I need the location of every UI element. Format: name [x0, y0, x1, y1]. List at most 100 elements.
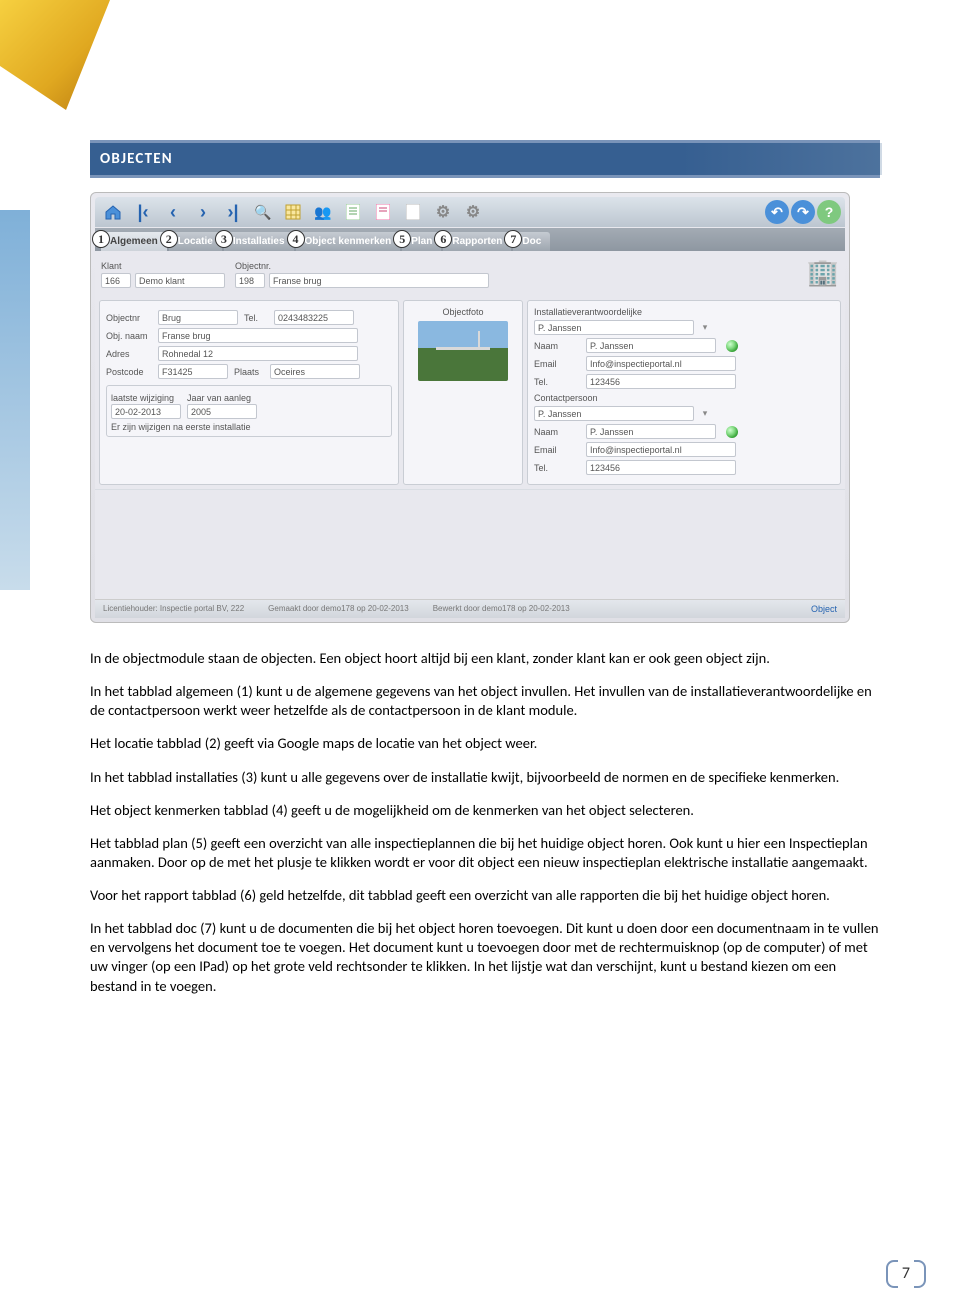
para-5: Het object kenmerken tabblad (4) geeft u…	[90, 801, 880, 820]
tab-num: 6	[434, 230, 452, 248]
status-dot	[726, 340, 738, 352]
gear2-icon[interactable]: ⚙	[459, 199, 487, 225]
tab-bar: 1Algemeen 2Locatie 3Installaties 4Object…	[95, 228, 845, 251]
tab-label: Doc	[522, 236, 541, 247]
objectnr-input[interactable]	[158, 310, 238, 325]
next-icon[interactable]: ›	[189, 199, 217, 225]
tab-num: 3	[215, 230, 233, 248]
decorative-corner	[0, 0, 110, 110]
footer-lic: Licentiehouder: Inspectie portal BV, 222	[103, 604, 244, 614]
building-icon: 🏢	[807, 257, 839, 288]
footer-made: Gemaakt door demo178 op 20-02-2013	[268, 604, 409, 614]
tab-label: Plan	[411, 236, 432, 247]
app-screenshot: |‹ ‹ › ›| 🔍 👥 ⚙ ⚙ ↶ ↷ ? 1Algemeen 2Locat…	[90, 192, 850, 623]
naam-input[interactable]	[586, 338, 716, 353]
panel-right: Installatieverantwoordelijke ▾ Naam Emai…	[527, 300, 841, 485]
first-icon[interactable]: |‹	[129, 199, 157, 225]
undo-icon[interactable]: ↶	[765, 200, 789, 224]
users-icon[interactable]: 👥	[309, 199, 337, 225]
gear1-icon[interactable]: ⚙	[429, 199, 457, 225]
list2-icon[interactable]	[369, 199, 397, 225]
tab-num: 2	[160, 230, 178, 248]
adres-input[interactable]	[158, 346, 358, 361]
email2-input[interactable]	[586, 442, 736, 457]
panel-left: ObjectnrTel. Obj. naam Adres PostcodePla…	[99, 300, 399, 485]
header-objectnaam-input[interactable]	[269, 273, 489, 288]
objectfoto-label: Objectfoto	[410, 307, 516, 317]
decorative-side	[0, 210, 30, 590]
app-footer: Licentiehouder: Inspectie portal BV, 222…	[95, 599, 845, 618]
body-text: In de objectmodule staan de objecten. Ee…	[90, 649, 880, 996]
note-text: Er zijn wijzigen na eerste installatie	[111, 422, 387, 432]
tel3-input[interactable]	[586, 460, 736, 475]
ja-input[interactable]	[187, 404, 257, 419]
objnaam-lbl: Obj. naam	[106, 331, 152, 341]
tab-locatie[interactable]: 2Locatie	[169, 232, 222, 251]
header-row: Klant Objectnr. 🏢	[95, 251, 845, 296]
postcode-lbl: Postcode	[106, 367, 152, 377]
last-icon[interactable]: ›|	[219, 199, 247, 225]
panel-mid: Objectfoto	[403, 300, 523, 485]
objectnr-label: Objectnr.	[235, 261, 489, 271]
chevron-down-icon[interactable]: ▾	[700, 322, 710, 333]
tel2-input[interactable]	[586, 374, 736, 389]
tab-doc[interactable]: 7Doc	[513, 232, 550, 251]
para-6: Het tabblad plan (5) geeft een overzicht…	[90, 834, 880, 872]
panel-spacer	[95, 489, 845, 599]
tab-num: 7	[504, 230, 522, 248]
section-title-text: OBJECTEN	[100, 150, 173, 168]
tab-objectkenmerken[interactable]: 4Object kenmerken	[296, 232, 401, 251]
tab-num: 4	[287, 230, 305, 248]
help-icon[interactable]: ?	[817, 200, 841, 224]
iv-select[interactable]	[534, 320, 694, 335]
naam-lbl: Naam	[534, 341, 580, 351]
email2-lbl: Email	[534, 445, 580, 455]
prev-icon[interactable]: ‹	[159, 199, 187, 225]
plaats-input[interactable]	[270, 364, 360, 379]
list1-icon[interactable]	[339, 199, 367, 225]
para-8: In het tabblad doc (7) kunt u de documen…	[90, 919, 880, 996]
plaats-lbl: Plaats	[234, 367, 264, 377]
cp-label: Contactpersoon	[534, 393, 834, 403]
iv-label: Installatieverantwoordelijke	[534, 307, 834, 317]
header-objectnr-input[interactable]	[235, 273, 265, 288]
footer-object: Object	[811, 604, 837, 614]
grid-icon[interactable]	[279, 199, 307, 225]
lw-lbl: laatste wijziging	[111, 393, 181, 403]
tab-label: Locatie	[178, 236, 213, 247]
para-2: In het tabblad algemeen (1) kunt u de al…	[90, 682, 880, 720]
klant-naam-input[interactable]	[135, 273, 225, 288]
tab-algemeen[interactable]: 1Algemeen	[101, 232, 167, 251]
para-1: In de objectmodule staan de objecten. Ee…	[90, 649, 880, 668]
tab-rapporten[interactable]: 6Rapporten	[443, 232, 511, 251]
home-icon[interactable]	[99, 199, 127, 225]
postcode-input[interactable]	[158, 364, 228, 379]
lw-input[interactable]	[111, 404, 181, 419]
redo-icon[interactable]: ↷	[791, 200, 815, 224]
list3-icon[interactable]	[399, 199, 427, 225]
tab-label: Rapporten	[452, 236, 502, 247]
email-lbl: Email	[534, 359, 580, 369]
page-number-value: 7	[902, 1264, 910, 1283]
chevron-down-icon[interactable]: ▾	[700, 408, 710, 419]
object-photo	[418, 321, 508, 381]
title-shade	[682, 143, 882, 175]
tel-lbl: Tel.	[534, 377, 580, 387]
tab-installaties[interactable]: 3Installaties	[224, 232, 294, 251]
klant-label: Klant	[101, 261, 225, 271]
footer-edit: Bewerkt door demo178 op 20-02-2013	[433, 604, 570, 614]
page-number: 7	[892, 1264, 920, 1283]
section-title: OBJECTEN	[90, 140, 880, 178]
search-icon[interactable]: 🔍	[249, 199, 277, 225]
para-3: Het locatie tabblad (2) geeft via Google…	[90, 734, 880, 753]
tel-input[interactable]	[274, 310, 354, 325]
cp-select[interactable]	[534, 406, 694, 421]
email-input[interactable]	[586, 356, 736, 371]
klant-nr-input[interactable]	[101, 273, 131, 288]
tel3-lbl: Tel.	[534, 463, 580, 473]
status-d145	[726, 426, 738, 438]
toolbar: |‹ ‹ › ›| 🔍 👥 ⚙ ⚙ ↶ ↷ ?	[95, 197, 845, 227]
objnaam-input[interactable]	[158, 328, 358, 343]
naam2-input[interactable]	[586, 424, 716, 439]
tab-num: 1	[92, 230, 110, 248]
